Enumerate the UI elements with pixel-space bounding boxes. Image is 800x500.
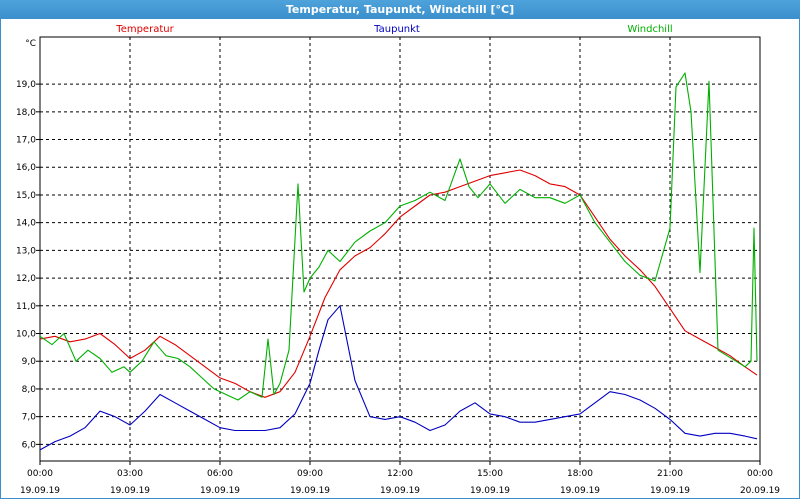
x-tick-label-time: 09:00 [297, 469, 323, 479]
x-tick-label-date: 19.09.19 [200, 486, 240, 496]
legend-temperatur: Temperatur [115, 24, 174, 35]
x-tick-label-date: 20.09.19 [740, 486, 780, 496]
x-tick-label-date: 19.09.19 [650, 486, 690, 496]
legend-taupunkt: Taupunkt [373, 24, 420, 35]
x-tick-label-date: 19.09.19 [110, 486, 150, 496]
x-tick-label-date: 19.09.19 [560, 486, 600, 496]
legend-windchill: Windchill [627, 24, 672, 35]
chart-area: 6,0 7,0 8,0 9,0 10,0 11,0 12,0 13,0 14,0 15,0 16,0… [16, 24, 780, 496]
x-tick-label-time: 12:00 [387, 469, 413, 479]
x-tick-label-time: 03:00 [117, 469, 143, 479]
x-tick-label-time: 18:00 [567, 469, 593, 479]
x-tick-label-date: 19.09.19 [290, 486, 330, 496]
y-tick-label: 10,0 [16, 330, 36, 340]
y-tick-label: 18,0 [16, 108, 36, 118]
x-tick-label-date: 19.09.19 [20, 486, 60, 496]
x-tick-label-time: 15:00 [477, 469, 503, 479]
x-tick-label-time: 21:00 [657, 469, 683, 479]
y-tick-label: 6,0 [22, 440, 37, 450]
y-tick-label: 7,0 [22, 413, 37, 423]
y-tick-label: 13,0 [16, 246, 36, 256]
y-tick-label: 11,0 [16, 302, 36, 312]
series-line-taupunkt [39, 305, 758, 451]
x-tick-label-date: 19.09.19 [470, 486, 510, 496]
y-tick-label: 9,0 [22, 357, 37, 367]
x-tick-label-time: 00:00 [747, 469, 773, 479]
y-tick-label: 19,0 [16, 80, 36, 90]
x-tick-label-time: 00:00 [27, 469, 53, 479]
y-axis-label: °C [25, 39, 36, 49]
x-tick-label-time: 06:00 [207, 469, 233, 479]
y-tick-label: 15,0 [16, 191, 36, 201]
series-line-windchill [39, 72, 758, 401]
y-tick-label: 16,0 [16, 163, 36, 173]
y-tick-label: 14,0 [16, 219, 36, 229]
x-tick-label-date: 19.09.19 [380, 486, 420, 496]
y-tick-label: 17,0 [16, 136, 36, 146]
series-line-temperatur [39, 169, 758, 398]
y-tick-label: 8,0 [22, 385, 37, 395]
y-tick-label: 12,0 [16, 274, 36, 284]
